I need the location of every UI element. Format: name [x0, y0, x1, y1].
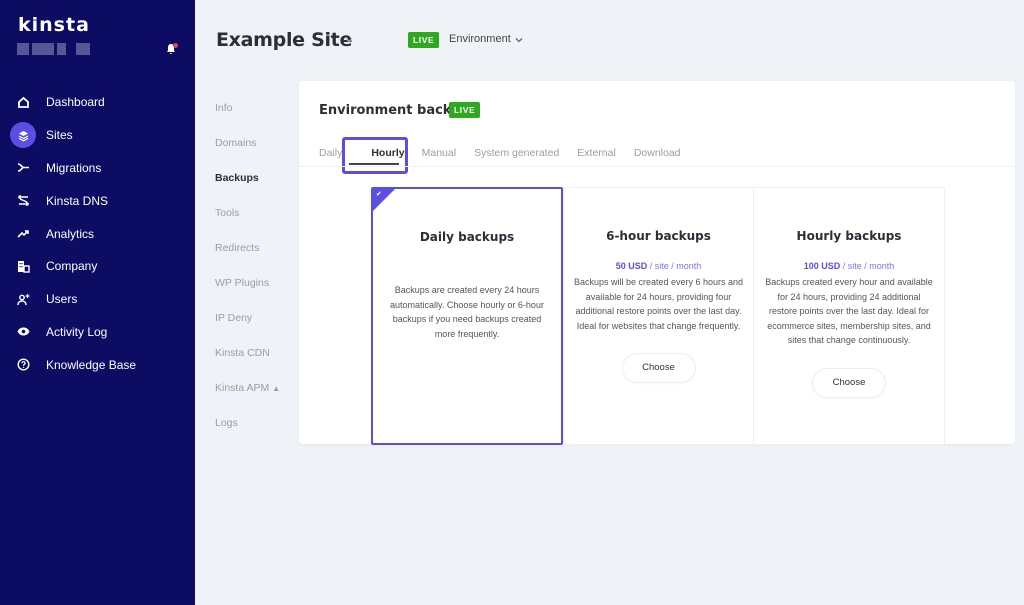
- layers-icon: [10, 122, 36, 149]
- account-name-blurred[interactable]: [17, 43, 90, 55]
- price-unit: / site / month: [647, 261, 702, 271]
- sidebar-item-label: Migrations: [46, 160, 102, 175]
- plan-title: 6-hour backups: [606, 229, 711, 243]
- tab-external[interactable]: External: [577, 147, 616, 159]
- price-amount: 100 USD: [803, 261, 841, 271]
- sidebar-item-label: Sites: [46, 128, 73, 143]
- subnav-item-tools[interactable]: Tools: [215, 207, 280, 242]
- sidebar: kinsta Dashboard Sites Migrations Kinsta…: [0, 0, 195, 605]
- tab-download[interactable]: Download: [634, 147, 681, 159]
- building-icon: [10, 253, 36, 279]
- trend-icon: [10, 221, 36, 247]
- site-switcher-chevron-icon[interactable]: [344, 35, 354, 45]
- plan-description: Backups created every hour and available…: [765, 277, 933, 345]
- subnav-item-domains[interactable]: Domains: [215, 137, 280, 172]
- subnav-item-ip-deny[interactable]: IP Deny: [215, 312, 280, 347]
- tabs-divider: [299, 166, 1015, 167]
- sidebar-item-knowledge-base[interactable]: Knowledge Base: [0, 348, 195, 381]
- plan-6-hour-backups: 6-hour backups 50 USD / site / month Bac…: [563, 187, 754, 445]
- sidebar-item-migrations[interactable]: Migrations: [0, 152, 195, 185]
- sidebar-item-label: Kinsta DNS: [46, 193, 109, 208]
- environment-chevron-icon[interactable]: [514, 35, 524, 45]
- plan-title: Hourly backups: [796, 229, 902, 243]
- beta-flask-icon: ▲: [272, 384, 281, 393]
- subnav-item-redirects[interactable]: Redirects: [215, 242, 280, 277]
- subnav-item-kinsta-apm[interactable]: Kinsta APM ▲: [215, 382, 280, 417]
- plan-title: Daily backups: [419, 230, 515, 244]
- price-unit: / site / month: [840, 261, 895, 271]
- kinsta-logo[interactable]: kinsta: [18, 14, 90, 36]
- check-icon: ✔: [376, 191, 382, 198]
- sidebar-item-dashboard[interactable]: Dashboard: [0, 86, 195, 119]
- sidebar-item-label: Knowledge Base: [46, 357, 137, 372]
- sidebar-item-label: Company: [46, 259, 98, 274]
- site-title: Example Site: [216, 29, 353, 51]
- sidebar-item-users[interactable]: Users: [0, 283, 195, 316]
- sidebar-item-activity-log[interactable]: Activity Log: [0, 316, 195, 349]
- plan-price: 50 USD / site / month: [564, 261, 753, 271]
- subnav-item-wp-plugins[interactable]: WP Plugins: [215, 277, 280, 312]
- subnav-item-logs[interactable]: Logs: [215, 417, 280, 452]
- add-user-icon: [10, 286, 36, 312]
- tab-system-generated[interactable]: System generated: [474, 147, 559, 159]
- sidebar-item-company[interactable]: Company: [0, 250, 195, 283]
- notification-dot: [173, 43, 178, 48]
- plan-daily-backups[interactable]: ✔ Daily backups Backups are created ever…: [371, 187, 563, 445]
- sidebar-item-sites[interactable]: Sites: [0, 119, 195, 152]
- tab-manual[interactable]: Manual: [422, 147, 456, 159]
- tab-hourly[interactable]: Hourly: [371, 147, 404, 159]
- eye-icon: [10, 319, 36, 345]
- dns-icon: [10, 188, 36, 214]
- help-icon: [10, 352, 36, 378]
- active-tab-underline: [349, 163, 399, 165]
- sidebar-item-label: Analytics: [46, 226, 95, 241]
- plan-hourly-backups: Hourly backups 100 USD / site / month Ba…: [753, 187, 945, 445]
- site-subnav: Info Domains Backups Tools Redirects WP …: [215, 102, 280, 452]
- environment-backups-card: Environment backups LIVE Daily Hourly Ma…: [299, 81, 1015, 445]
- backup-tabs: Daily Hourly Manual System generated Ext…: [319, 147, 699, 159]
- subnav-item-kinsta-cdn[interactable]: Kinsta CDN: [215, 347, 280, 382]
- sidebar-item-label: Dashboard: [46, 95, 105, 110]
- subnav-item-info[interactable]: Info: [215, 102, 280, 137]
- environment-selector[interactable]: Environment: [449, 33, 511, 45]
- sidebar-nav: Dashboard Sites Migrations Kinsta DNS An…: [0, 86, 195, 381]
- tab-daily[interactable]: Daily: [319, 147, 342, 159]
- card-live-badge: LIVE: [449, 102, 481, 118]
- subnav-item-backups[interactable]: Backups: [215, 172, 280, 207]
- choose-hourly-button[interactable]: Choose: [812, 367, 886, 398]
- home-icon: [10, 89, 36, 115]
- plan-description: Backups will be created every 6 hours an…: [573, 277, 744, 331]
- sidebar-item-analytics[interactable]: Analytics: [0, 217, 195, 250]
- environment-live-badge: LIVE: [408, 32, 440, 48]
- sidebar-item-label: Activity Log: [46, 324, 108, 339]
- sidebar-item-label: Users: [46, 292, 78, 307]
- plan-description: Backups are created every 24 hours autom…: [390, 285, 544, 339]
- plan-price: 100 USD / site / month: [754, 261, 944, 271]
- migrate-icon: [10, 155, 36, 181]
- choose-6-hour-button[interactable]: Choose: [621, 353, 696, 383]
- price-amount: 50 USD: [615, 261, 648, 271]
- sidebar-item-kinsta-dns[interactable]: Kinsta DNS: [0, 184, 195, 217]
- subnav-item-label: Kinsta APM: [215, 382, 270, 394]
